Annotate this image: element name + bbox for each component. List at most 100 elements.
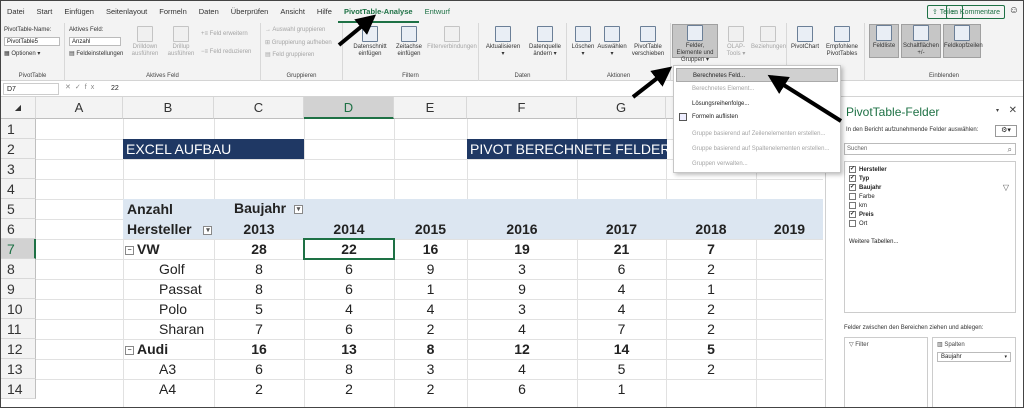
- pivot-group-label[interactable]: − Audi: [125, 339, 168, 359]
- name-box[interactable]: D7: [3, 83, 59, 95]
- field-headers-toggle[interactable]: Feldkopfzeilen: [943, 24, 983, 58]
- close-icon[interactable]: ✕: [1009, 105, 1017, 116]
- menu-item-list-formulas[interactable]: Formeln auflisten: [692, 110, 738, 124]
- pivotchart-button[interactable]: PivotChart: [789, 26, 821, 51]
- pivot-item-label[interactable]: Passat: [159, 279, 202, 299]
- field-item[interactable]: km: [849, 202, 867, 211]
- pivot-value-cell[interactable]: 1: [394, 279, 467, 299]
- column-header-e[interactable]: E: [394, 97, 467, 119]
- pivot-value-cell[interactable]: 7: [666, 239, 756, 259]
- comments-button[interactable]: ▭ Kommentare: [946, 5, 1005, 19]
- clear-button[interactable]: Löschen ▾: [569, 26, 597, 58]
- pivot-item-label[interactable]: A4: [159, 379, 176, 399]
- select-button[interactable]: Auswählen ▾: [597, 26, 627, 58]
- pivot-value-cell[interactable]: 4: [577, 299, 666, 319]
- relationships-button[interactable]: Beziehungen: [751, 26, 786, 51]
- buttons-toggle[interactable]: Schaltflächen +/-: [901, 24, 941, 58]
- checkbox-checked-icon[interactable]: ✓: [849, 175, 856, 182]
- tab-entwurf[interactable]: Entwurf: [419, 1, 456, 23]
- field-settings-button[interactable]: ▤ Feldeinstellungen: [69, 50, 123, 57]
- drilldown-button[interactable]: Drilldown ausführen: [127, 26, 163, 58]
- olap-tools-button[interactable]: OLAP-Tools ▾: [721, 26, 751, 58]
- pivot-value-cell[interactable]: 5: [214, 299, 304, 319]
- group-field-button[interactable]: ▤ Feld gruppieren: [265, 51, 314, 58]
- pivot-value-cell[interactable]: 7: [577, 319, 666, 339]
- pivot-value-cell[interactable]: 16: [214, 339, 304, 359]
- column-header-f[interactable]: F: [467, 97, 577, 119]
- row-header-14[interactable]: 14: [1, 379, 36, 399]
- field-item[interactable]: ✓ Baujahr: [849, 184, 881, 193]
- pivot-value-cell[interactable]: 1: [666, 279, 756, 299]
- field-item[interactable]: ✓ Typ: [849, 175, 869, 184]
- pivot-value-cell[interactable]: 3: [394, 359, 467, 379]
- row-header-8[interactable]: 8: [1, 259, 36, 279]
- pivot-value-cell[interactable]: 13: [304, 339, 394, 359]
- checkbox-unchecked-icon[interactable]: [849, 202, 856, 209]
- pivot-value-cell[interactable]: 6: [214, 359, 304, 379]
- tab-hilfe[interactable]: Hilfe: [311, 1, 338, 23]
- tab-ueberpruefen[interactable]: Überprüfen: [225, 1, 275, 23]
- pivot-value-cell[interactable]: 4: [394, 299, 467, 319]
- collapse-icon[interactable]: −: [125, 345, 134, 355]
- checkbox-checked-icon[interactable]: ✓: [849, 184, 856, 191]
- column-header-b[interactable]: B: [123, 97, 214, 119]
- row-header-6[interactable]: 6: [1, 219, 36, 239]
- active-cell-d7[interactable]: [303, 238, 395, 260]
- fields-items-sets-button[interactable]: Felder, Elemente und Gruppen ▾: [672, 24, 718, 63]
- pivot-value-cell[interactable]: 3: [467, 259, 577, 279]
- pivot-value-cell[interactable]: 2: [394, 319, 467, 339]
- row-header-7[interactable]: 7: [1, 239, 36, 259]
- ungroup-button[interactable]: ⊞ Gruppierung aufheben: [265, 39, 332, 46]
- tab-daten[interactable]: Daten: [193, 1, 225, 23]
- tab-datei[interactable]: Datei: [1, 1, 31, 23]
- pivot-item-label[interactable]: Polo: [159, 299, 187, 319]
- chevron-down-icon[interactable]: ▾: [1004, 353, 1007, 362]
- row-header-13[interactable]: 13: [1, 359, 36, 379]
- change-source-button[interactable]: Datenquelle ändern ▾: [525, 26, 565, 58]
- active-field-input[interactable]: Anzahl: [69, 37, 121, 46]
- menu-item-calculated-field[interactable]: Berechnetes Feld...: [676, 68, 838, 82]
- menu-item-group-rows[interactable]: Gruppe basierend auf Zeilenelementen ers…: [692, 127, 825, 141]
- pivot-value-cell[interactable]: [756, 379, 823, 399]
- pivot-value-cell[interactable]: [666, 379, 756, 399]
- smiley-icon[interactable]: ☺: [1009, 5, 1019, 16]
- pivot-value-cell[interactable]: [756, 319, 823, 339]
- drillup-button[interactable]: Drillup ausführen: [165, 26, 197, 58]
- pivot-value-cell[interactable]: 8: [304, 359, 394, 379]
- enter-icon[interactable]: ✓: [75, 84, 85, 91]
- row-header-4[interactable]: 4: [1, 179, 36, 199]
- pivot-value-cell[interactable]: 6: [467, 379, 577, 399]
- collapse-icon[interactable]: −: [125, 245, 134, 255]
- row-header-11[interactable]: 11: [1, 319, 36, 339]
- row-header-10[interactable]: 10: [1, 299, 36, 319]
- pivot-value-cell[interactable]: 16: [394, 239, 467, 259]
- fx-icon[interactable]: fx: [85, 84, 98, 91]
- checkbox-unchecked-icon[interactable]: [849, 193, 856, 200]
- filter-connections-button[interactable]: Filterverbindungen: [427, 26, 477, 51]
- chevron-down-icon[interactable]: ▾: [996, 107, 999, 114]
- pivot-item-label[interactable]: Golf: [159, 259, 185, 279]
- field-list-button[interactable]: Feldliste: [869, 24, 899, 58]
- menu-item-manage-groups[interactable]: Gruppen verwalten...: [692, 157, 748, 171]
- field-item[interactable]: Farbe: [849, 193, 875, 202]
- pivot-value-cell[interactable]: 4: [467, 359, 577, 379]
- pivot-value-cell[interactable]: 5: [666, 339, 756, 359]
- pivot-value-cell[interactable]: [756, 239, 823, 259]
- checkbox-unchecked-icon[interactable]: [849, 220, 856, 227]
- formula-input[interactable]: 22: [111, 83, 119, 95]
- pivot-value-cell[interactable]: [756, 259, 823, 279]
- column-header-a[interactable]: A: [36, 97, 123, 119]
- column-header-c[interactable]: C: [214, 97, 304, 119]
- pivot-value-cell[interactable]: 1: [577, 379, 666, 399]
- gear-icon[interactable]: ⚙▾: [995, 125, 1017, 137]
- pivot-value-cell[interactable]: 21: [577, 239, 666, 259]
- pivot-value-cell[interactable]: 12: [467, 339, 577, 359]
- select-all-corner[interactable]: ◢: [1, 97, 36, 119]
- refresh-button[interactable]: Aktualisieren ▾: [483, 26, 523, 58]
- collapse-field-button[interactable]: −≡ Feld reduzieren: [201, 49, 251, 55]
- column-header-d[interactable]: D: [304, 97, 394, 119]
- pivot-value-cell[interactable]: [756, 279, 823, 299]
- move-pivottable-button[interactable]: PivotTable verschieben: [627, 26, 669, 58]
- cancel-icon[interactable]: ✕: [65, 84, 75, 91]
- tab-ansicht[interactable]: Ansicht: [274, 1, 311, 23]
